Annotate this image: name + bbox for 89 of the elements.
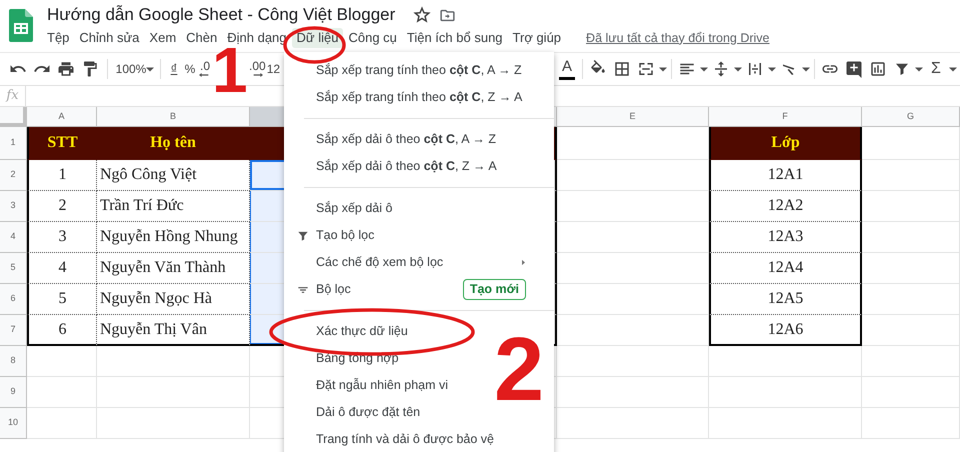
table-cell: 4	[27, 253, 97, 284]
menu-item[interactable]: Công cụ	[343, 28, 402, 48]
table-cell: Nguyễn Thị Vân	[97, 315, 250, 346]
menu-option[interactable]: Dải ô được đặt tên	[316, 403, 420, 422]
menu-item[interactable]: Tệp	[42, 28, 74, 48]
row-header[interactable]: 2	[0, 160, 27, 191]
step-number: 1	[212, 46, 248, 94]
paint-format-icon[interactable]	[81, 60, 99, 78]
caret-icon[interactable]	[949, 66, 957, 72]
column-header[interactable]: E	[557, 107, 709, 127]
menu-option[interactable]: Sắp xếp trang tính theo cột C, A → Z	[316, 61, 522, 80]
create-new-button[interactable]: Tạo mới	[462, 279, 526, 300]
menu-item[interactable]: Chèn	[181, 28, 222, 48]
row-header[interactable]: 5	[0, 253, 27, 284]
table-cell: 12A6	[709, 315, 862, 346]
right-arrow-icon	[251, 72, 264, 78]
vertical-align-icon[interactable]	[712, 60, 730, 78]
row-header[interactable]: 7	[0, 315, 27, 346]
caret-icon[interactable]	[146, 66, 154, 72]
document-title[interactable]: Hướng dẫn Google Sheet - Công Việt Blogger	[47, 5, 396, 25]
zoom-select[interactable]: 100%	[117, 58, 145, 80]
column-header[interactable]: A	[27, 107, 97, 127]
filter-icon	[296, 229, 310, 243]
menu-option[interactable]: Sắp xếp dải ô theo cột C, Z → A	[316, 157, 497, 176]
row-header[interactable]: 6	[0, 284, 27, 315]
table-cell: 3	[27, 222, 97, 253]
menu-option[interactable]: Trang tính và dải ô được bảo vệ	[316, 430, 494, 449]
table-cell: 12A5	[709, 284, 862, 315]
borders-icon[interactable]	[613, 60, 631, 78]
table-cell: 6	[27, 315, 97, 346]
print-icon[interactable]	[57, 60, 75, 78]
percent-button[interactable]: %	[183, 58, 197, 80]
table-cell: 12A1	[709, 160, 862, 191]
add-comment-icon[interactable]	[845, 60, 863, 78]
caret-icon[interactable]	[768, 66, 776, 72]
table-cell: Ngô Công Việt	[97, 160, 250, 191]
header-cell: STT	[27, 127, 97, 160]
table-cell: Nguyễn Văn Thành	[97, 253, 250, 284]
column-header[interactable]: F	[709, 107, 862, 127]
table-cell: 12A2	[709, 191, 862, 222]
menu-item[interactable]: Chỉnh sửa	[74, 28, 144, 48]
table-cell: 5	[27, 284, 97, 315]
functions-button[interactable]: Σ	[927, 58, 945, 80]
table-cell: 12A3	[709, 222, 862, 253]
header-cell: Lớp	[709, 127, 862, 160]
save-status-link[interactable]: Đã lưu tất cả thay đổi trong Drive	[586, 28, 770, 48]
caret-icon[interactable]	[915, 66, 923, 72]
menu-option[interactable]: Xác thực dữ liệu	[316, 322, 408, 341]
table-cell: Trần Trí Đức	[97, 191, 250, 222]
menu-option[interactable]: Đặt ngẫu nhiên phạm vi	[316, 376, 448, 395]
caret-icon[interactable]	[802, 66, 810, 72]
spreadsheet-logo-icon[interactable]	[9, 9, 33, 42]
caret-icon[interactable]	[734, 66, 742, 72]
menu-item[interactable]: Trợ giúp	[508, 28, 566, 48]
menu-item[interactable]: Xem	[144, 28, 182, 48]
column-header[interactable]: B	[97, 107, 250, 127]
menu-option[interactable]: Bộ lọc	[316, 280, 351, 299]
number-format-button[interactable]: 12	[266, 58, 281, 80]
table-cell: Nguyễn Ngọc Hà	[97, 284, 250, 315]
row-header[interactable]: 8	[0, 346, 27, 377]
menu-option[interactable]: Sắp xếp dải ô theo cột C, A → Z	[316, 130, 496, 149]
currency-button[interactable]: ₫	[167, 58, 181, 80]
menu-option[interactable]: Sắp xếp dải ô	[316, 199, 392, 218]
caret-icon[interactable]	[659, 66, 667, 72]
header-cell: Họ tên	[97, 127, 250, 160]
menu-option[interactable]: Tạo bộ lọc	[316, 226, 374, 245]
table-cell: Nguyễn Hồng Nhung	[97, 222, 250, 253]
row-header[interactable]: 1	[0, 127, 27, 160]
caret-icon[interactable]	[700, 66, 708, 72]
step-number: 2	[494, 337, 544, 404]
table-cell: 12A4	[709, 253, 862, 284]
decrease-decimals-button[interactable]: .0	[200, 60, 210, 72]
row-header[interactable]: 3	[0, 191, 27, 222]
menu-option[interactable]: Các chế độ xem bộ lọc	[316, 253, 444, 272]
menu-item[interactable]: Tiện ích bổ sung	[402, 28, 508, 48]
text-wrap-icon[interactable]	[746, 60, 764, 78]
chart-icon[interactable]	[869, 60, 887, 78]
menu-option[interactable]: Sắp xếp trang tính theo cột C, Z → A	[316, 88, 522, 107]
star-icon[interactable]	[413, 6, 432, 24]
table-cell: 1	[27, 160, 97, 191]
row-header[interactable]: 9	[0, 377, 27, 408]
column-header[interactable]: G	[862, 107, 960, 127]
text-color-button[interactable]: A	[559, 58, 575, 80]
increase-decimals-button[interactable]: .00	[249, 60, 266, 72]
merge-cells-icon[interactable]	[637, 60, 655, 78]
table-cell: 2	[27, 191, 97, 222]
row-header[interactable]: 10	[0, 408, 27, 439]
row-header[interactable]: 4	[0, 222, 27, 253]
left-arrow-icon	[199, 72, 211, 78]
